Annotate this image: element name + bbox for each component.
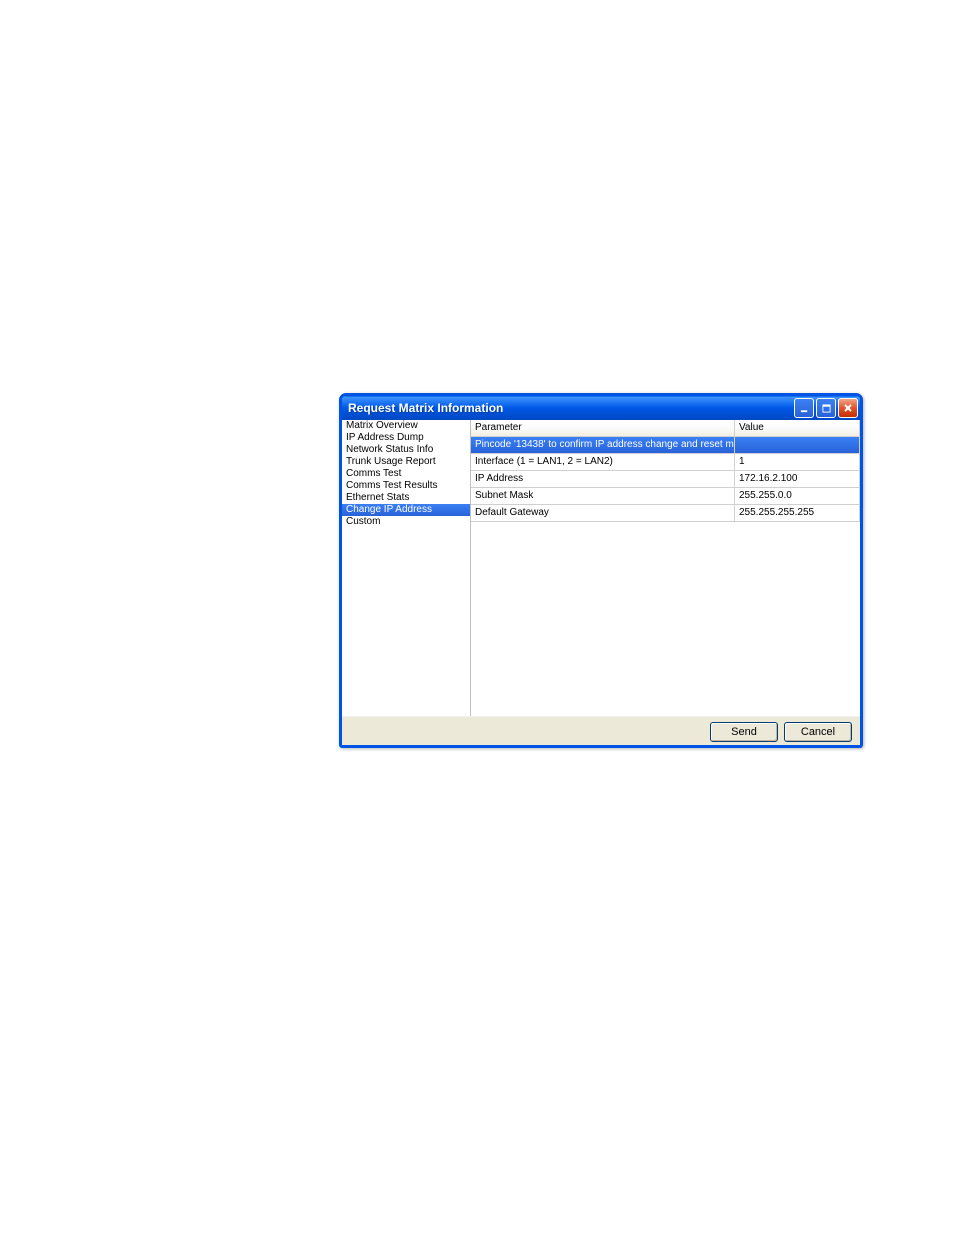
send-button[interactable]: Send: [710, 722, 778, 742]
cell-value[interactable]: [735, 437, 860, 453]
sidebar-item-comms-test[interactable]: Comms Test: [342, 468, 470, 480]
sidebar-item-custom[interactable]: Custom: [342, 516, 470, 528]
table-header: Parameter Value: [471, 420, 860, 437]
cell-value[interactable]: 255.255.0.0: [735, 488, 860, 504]
request-matrix-information-dialog: Request Matrix Information: [339, 393, 863, 748]
table-row[interactable]: IP Address 172.16.2.100: [471, 471, 860, 488]
column-header-parameter[interactable]: Parameter: [471, 420, 735, 436]
table-row[interactable]: Interface (1 = LAN1, 2 = LAN2) 1: [471, 454, 860, 471]
sidebar-item-network-status-info[interactable]: Network Status Info: [342, 444, 470, 456]
cell-value[interactable]: 1: [735, 454, 860, 470]
cell-value[interactable]: 172.16.2.100: [735, 471, 860, 487]
minimize-icon: [800, 404, 809, 413]
close-icon: [843, 403, 853, 413]
cell-parameter: Interface (1 = LAN1, 2 = LAN2): [471, 454, 735, 470]
cell-parameter: Default Gateway: [471, 505, 735, 521]
table-row[interactable]: Default Gateway 255.255.255.255: [471, 505, 860, 522]
sidebar-item-ip-address-dump[interactable]: IP Address Dump: [342, 432, 470, 444]
sidebar-item-trunk-usage-report[interactable]: Trunk Usage Report: [342, 456, 470, 468]
dialog-body: Matrix Overview IP Address Dump Network …: [342, 420, 860, 716]
cancel-button[interactable]: Cancel: [784, 722, 852, 742]
table-row[interactable]: Pincode '13438' to confirm IP address ch…: [471, 437, 860, 454]
sidebar-item-matrix-overview[interactable]: Matrix Overview: [342, 420, 470, 432]
cell-parameter: Pincode '13438' to confirm IP address ch…: [471, 437, 735, 453]
close-button[interactable]: [838, 398, 858, 418]
minimize-button[interactable]: [794, 398, 814, 418]
sidebar-item-ethernet-stats[interactable]: Ethernet Stats: [342, 492, 470, 504]
window-controls: [794, 398, 858, 418]
maximize-button[interactable]: [816, 398, 836, 418]
parameter-table: Parameter Value Pincode '13438' to confi…: [471, 420, 860, 716]
sidebar-list[interactable]: Matrix Overview IP Address Dump Network …: [342, 420, 471, 716]
column-header-value[interactable]: Value: [735, 420, 860, 436]
cell-value[interactable]: 255.255.255.255: [735, 505, 860, 521]
sidebar-item-change-ip-address[interactable]: Change IP Address: [342, 504, 470, 516]
cell-parameter: IP Address: [471, 471, 735, 487]
dialog-footer: Send Cancel: [342, 716, 860, 747]
titlebar[interactable]: Request Matrix Information: [342, 396, 860, 420]
table-row[interactable]: Subnet Mask 255.255.0.0: [471, 488, 860, 505]
sidebar-item-comms-test-results[interactable]: Comms Test Results: [342, 480, 470, 492]
cell-parameter: Subnet Mask: [471, 488, 735, 504]
maximize-icon: [822, 404, 831, 413]
window-title: Request Matrix Information: [348, 401, 503, 415]
